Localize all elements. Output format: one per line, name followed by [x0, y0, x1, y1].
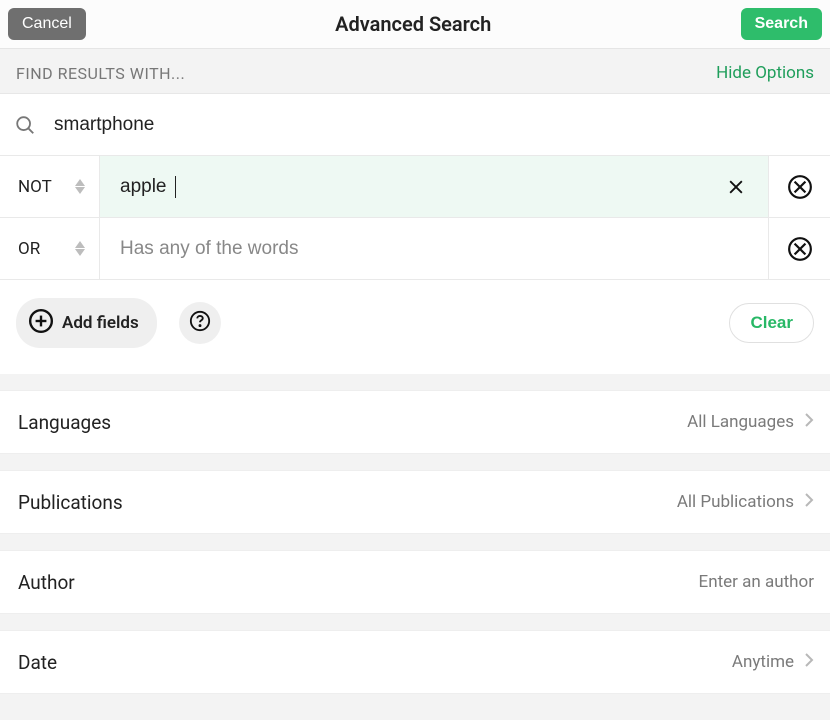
help-button[interactable]	[179, 302, 221, 344]
page-title: Advanced Search	[335, 12, 491, 36]
filter-value-wrap: Enter an author	[699, 572, 814, 592]
operator-input-wrap	[100, 218, 768, 279]
clear-input-icon[interactable]	[714, 177, 758, 197]
add-fields-label: Add fields	[62, 313, 139, 333]
operator-input[interactable]	[120, 176, 176, 198]
clear-button[interactable]: Clear	[729, 303, 814, 343]
chevron-right-icon	[804, 492, 814, 513]
cancel-button[interactable]: Cancel	[8, 8, 86, 40]
operator-input-wrap	[100, 156, 768, 217]
filter-value: Enter an author	[699, 572, 814, 592]
question-icon	[189, 310, 211, 336]
header-bar: Cancel Advanced Search Search	[0, 0, 830, 49]
operator-label: NOT	[18, 177, 52, 197]
remove-row-button[interactable]	[768, 156, 830, 217]
search-icon	[0, 114, 50, 136]
filter-row-languages[interactable]: Languages All Languages	[0, 390, 830, 454]
sort-arrows-icon	[75, 179, 85, 194]
find-results-label: FIND RESULTS WITH...	[16, 64, 185, 83]
search-button[interactable]: Search	[741, 8, 822, 40]
filter-row-publications[interactable]: Publications All Publications	[0, 470, 830, 534]
operator-label: OR	[18, 239, 40, 259]
main-query-row	[0, 94, 830, 156]
operator-row: NOT	[0, 156, 830, 218]
sort-arrows-icon	[75, 241, 85, 256]
find-results-header: FIND RESULTS WITH... Hide Options	[0, 49, 830, 94]
operator-row: OR	[0, 218, 830, 280]
actions-row: Add fields Clear	[0, 280, 830, 374]
filter-value: All Languages	[687, 412, 794, 432]
add-fields-button[interactable]: Add fields	[16, 298, 157, 348]
plus-circle-icon	[28, 308, 54, 338]
chevron-right-icon	[804, 412, 814, 433]
remove-row-button[interactable]	[768, 218, 830, 279]
hide-options-link[interactable]: Hide Options	[716, 63, 814, 83]
filter-row-date[interactable]: Date Anytime	[0, 630, 830, 694]
filter-row-author[interactable]: Author Enter an author	[0, 550, 830, 614]
filter-label: Publications	[18, 491, 123, 514]
filter-value-wrap: All Publications	[677, 492, 814, 513]
filter-label: Author	[18, 571, 75, 594]
filter-value: All Publications	[677, 492, 794, 512]
operator-input[interactable]	[120, 238, 758, 260]
main-query-input[interactable]	[50, 114, 830, 136]
filter-label: Date	[18, 651, 57, 674]
filter-value-wrap: All Languages	[687, 412, 814, 433]
filter-label: Languages	[18, 411, 111, 434]
operator-selector[interactable]: OR	[0, 218, 100, 279]
operator-selector[interactable]: NOT	[0, 156, 100, 217]
filter-value: Anytime	[732, 652, 794, 672]
chevron-right-icon	[804, 652, 814, 673]
filter-value-wrap: Anytime	[732, 652, 814, 673]
